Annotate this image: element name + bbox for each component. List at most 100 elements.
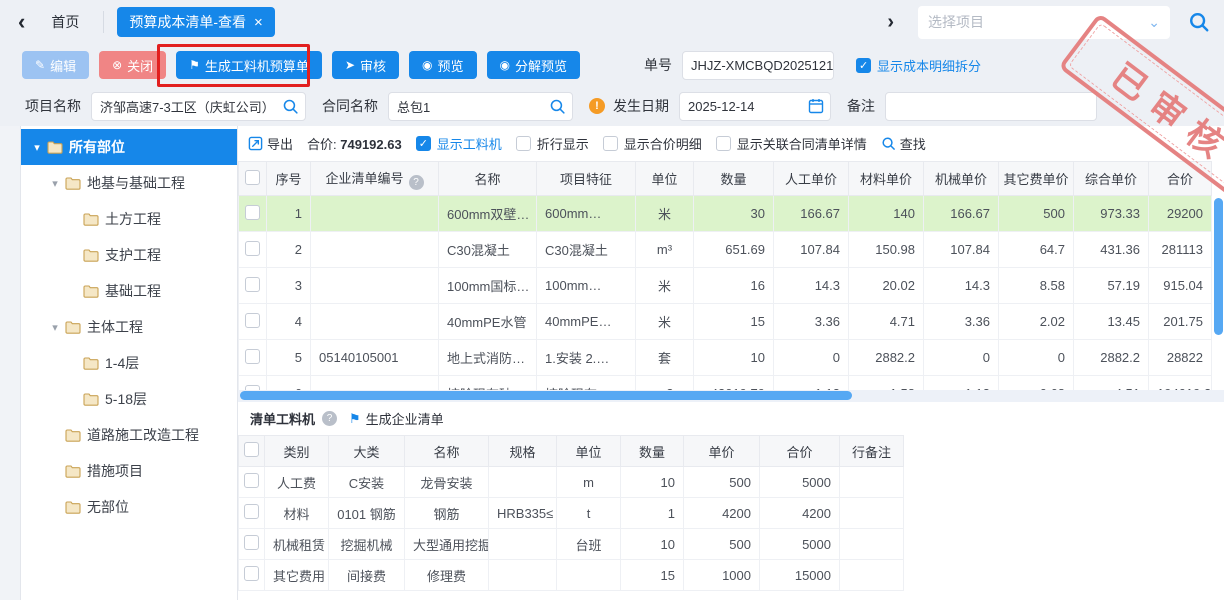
cell: 0 (774, 340, 849, 376)
help-icon[interactable]: ? (409, 175, 424, 190)
back-icon[interactable]: ‹ (18, 11, 25, 33)
cell: 间接费 (329, 560, 405, 591)
cell: 107.84 (774, 232, 849, 268)
horizontal-scrollbar[interactable] (238, 390, 1224, 402)
column-header: 单位 (557, 436, 621, 467)
remark-field[interactable] (885, 92, 1097, 121)
row-checkbox[interactable] (245, 277, 260, 292)
cell: 20.02 (849, 268, 924, 304)
doc-no-label: 单号 (644, 55, 672, 75)
tree-item[interactable]: ▾主体工程 (21, 309, 237, 345)
cell: m³ (636, 232, 694, 268)
row-checkbox[interactable] (245, 241, 260, 256)
tree-item-label: 土方工程 (105, 209, 161, 229)
tab-strip: ‹ 首页 预算成本清单-查看 × › 选择项目 ⌄ (0, 0, 1224, 44)
sub-section-bar: 清单工料机 ? ⚑ 生成企业清单 (238, 402, 1224, 435)
edit-button[interactable]: ✎ 编辑 (22, 51, 89, 79)
row-checkbox[interactable] (244, 535, 259, 550)
contract-name-input[interactable]: 总包1 (388, 92, 573, 121)
vertical-scrollbar-thumb[interactable] (1214, 198, 1223, 335)
column-header: 单价 (684, 436, 760, 467)
tree-item[interactable]: 道路施工改造工程 (21, 417, 237, 453)
cell: 挖除现有破… (439, 376, 537, 391)
calendar-icon[interactable] (808, 98, 824, 114)
find-button[interactable]: 查找 (881, 134, 926, 153)
toggle-wrap-lines[interactable]: 折行显示 (516, 134, 589, 153)
cell: 2.02 (999, 304, 1074, 340)
tree-item[interactable]: 5-18层 (21, 381, 237, 417)
table-row[interactable]: 440mmPE水管40mmPE…米153.364.713.362.0213.45… (239, 304, 1212, 340)
select-all-checkbox[interactable] (244, 442, 259, 457)
audit-button[interactable]: ➤ 审核 (332, 51, 399, 79)
table-row[interactable]: 其它费用间接费修理费15100015000 (239, 560, 904, 591)
project-name-input[interactable]: 济邹高速7-3工区（庆虹公司） (91, 92, 306, 121)
close-button[interactable]: ⊗ 关闭 (99, 51, 166, 79)
cell: 166.67 (774, 196, 849, 232)
contract-name-field[interactable]: 总包1 (388, 92, 573, 121)
row-checkbox[interactable] (244, 504, 259, 519)
tab-active[interactable]: 预算成本清单-查看 × (117, 7, 274, 37)
show-cost-split-label: 显示成本明细拆分 (877, 56, 981, 75)
select-all-checkbox[interactable] (245, 170, 260, 185)
table-row[interactable]: 材料0101 钢筋钢筋HRB335≤t142004200 (239, 498, 904, 529)
project-name-field[interactable]: 济邹高速7-3工区（庆虹公司） (91, 92, 306, 121)
toggle-show-total-detail[interactable]: 显示合价明细 (603, 134, 702, 153)
search-icon[interactable] (1188, 11, 1210, 33)
tree-item[interactable]: 1-4层 (21, 345, 237, 381)
generate-labor-material-budget-button[interactable]: ⚑ 生成工料机预算单 (176, 51, 322, 79)
row-checkbox[interactable] (245, 349, 260, 364)
row-checkbox[interactable] (244, 473, 259, 488)
split-preview-button[interactable]: ◉ 分解预览 (487, 51, 581, 79)
materials-table: 类别大类名称规格单位数量单价合价行备注 人工费C安装龙骨安装m105005000… (238, 435, 904, 591)
preview-button[interactable]: ◉ 预览 (409, 51, 477, 79)
table-row[interactable]: 6挖除现有破…挖除现有…m243019.791.131.581.130.684.… (239, 376, 1212, 391)
table-row[interactable]: 2C30混凝土C30混凝土m³651.69107.84150.98107.846… (239, 232, 1212, 268)
wrap-lines-label: 折行显示 (537, 134, 589, 153)
cell: 1.58 (849, 376, 924, 391)
tree-item[interactable]: ▾所有部位 (21, 129, 237, 165)
tab-home[interactable]: 首页 (47, 12, 103, 32)
close-tab-icon[interactable]: × (254, 15, 263, 30)
export-button[interactable]: 导出 (248, 134, 293, 153)
tree-item[interactable]: 措施项目 (21, 453, 237, 489)
row-checkbox[interactable] (245, 205, 260, 220)
tree-item[interactable]: 土方工程 (21, 201, 237, 237)
column-header: 企业清单编号? (311, 162, 439, 196)
table-row[interactable]: 人工费C安装龙骨安装m105005000 (239, 467, 904, 498)
table-row[interactable]: 1600mm双壁…600mm…米30166.67140166.67500973.… (239, 196, 1212, 232)
cell: 地上式消防… (439, 340, 537, 376)
doc-no-input[interactable]: JHJZ-XMCBQD2025121 (682, 51, 834, 80)
table-row[interactable]: 505140105001地上式消防…1.安装 2.…套1002882.20028… (239, 340, 1212, 376)
search-icon[interactable] (282, 98, 299, 115)
expand-icon[interactable]: › (887, 11, 894, 34)
cell: 3.36 (774, 304, 849, 340)
project-name-label: 项目名称 (25, 96, 81, 116)
folder-icon (83, 393, 99, 406)
generate-enterprise-list-button[interactable]: ⚑ 生成企业清单 (349, 409, 444, 428)
column-header: 行备注 (840, 436, 904, 467)
caret-down-icon[interactable]: ▾ (47, 321, 63, 334)
toggle-show-labor-material[interactable]: 显示工料机 (416, 134, 502, 153)
tree-item[interactable]: 支护工程 (21, 237, 237, 273)
project-select[interactable]: 选择项目 ⌄ (918, 6, 1170, 39)
date-field[interactable]: 2025-12-14 (679, 92, 831, 121)
tree-item[interactable]: ▾地基与基础工程 (21, 165, 237, 201)
cell: 2 (267, 232, 311, 268)
row-checkbox[interactable] (245, 313, 260, 328)
tree-item[interactable]: 无部位 (21, 489, 237, 525)
table-row[interactable]: 3100mm国标…100mm…米1614.320.0214.38.5857.19… (239, 268, 1212, 304)
table-row[interactable]: 机械租赁挖掘机械大型通用挖掘机台班105005000 (239, 529, 904, 560)
help-icon[interactable]: ? (322, 411, 337, 426)
horizontal-scrollbar-thumb[interactable] (240, 391, 852, 400)
toggle-show-contract-detail[interactable]: 显示关联合同清单详情 (716, 134, 867, 153)
toggle-show-cost-split[interactable]: 显示成本明细拆分 (856, 56, 981, 75)
caret-down-icon[interactable]: ▾ (47, 177, 63, 190)
caret-down-icon[interactable]: ▾ (29, 141, 45, 154)
tree-item-label: 无部位 (87, 497, 129, 517)
remark-input[interactable] (885, 92, 1097, 121)
tree-item[interactable]: 基础工程 (21, 273, 237, 309)
row-checkbox[interactable] (244, 566, 259, 581)
search-icon[interactable] (549, 98, 566, 115)
cell: m2 (636, 376, 694, 391)
folder-icon (65, 321, 81, 334)
